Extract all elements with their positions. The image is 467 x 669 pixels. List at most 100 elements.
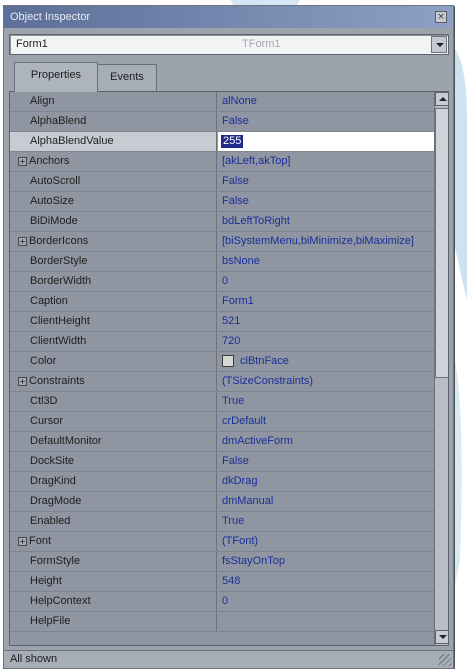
property-name[interactable]: BorderWidth (10, 272, 217, 291)
property-value[interactable]: (TSizeConstraints) (218, 372, 434, 391)
property-row[interactable]: ClientHeight 521 (10, 312, 434, 332)
property-value[interactable]: clBtnFace (218, 352, 434, 371)
property-row[interactable]: AutoScroll False (10, 172, 434, 192)
property-row[interactable]: Color clBtnFace (10, 352, 434, 372)
property-row[interactable]: + BorderIcons [biSystemMenu,biMinimize,biM… (10, 232, 434, 252)
tab-events[interactable]: Events (97, 64, 157, 91)
property-value[interactable]: False (218, 172, 434, 191)
property-row[interactable]: BorderStyle bsNone (10, 252, 434, 272)
property-name[interactable]: AlphaBlend (10, 112, 217, 131)
property-name[interactable]: Cursor (10, 412, 217, 431)
expand-icon[interactable]: + (18, 536, 27, 546)
property-name[interactable]: DragKind (10, 472, 217, 491)
property-value[interactable] (218, 612, 434, 631)
resize-grip[interactable] (439, 654, 451, 666)
property-row[interactable]: HelpFile (10, 612, 434, 632)
arrow-down-icon[interactable] (435, 630, 448, 644)
object-selector-dropdown[interactable]: Form1 TForm1 (9, 34, 449, 55)
property-value[interactable]: [biSystemMenu,biMinimize,biMaximize] (218, 232, 434, 251)
property-value-text: False (222, 175, 249, 187)
property-value-text: dmManual (222, 495, 274, 507)
property-name[interactable]: ClientHeight (10, 312, 217, 331)
property-name[interactable]: DockSite (10, 452, 217, 471)
property-value[interactable]: crDefault (218, 412, 434, 431)
property-name[interactable]: HelpContext (10, 592, 217, 611)
property-name[interactable]: + Anchors (10, 152, 217, 171)
property-value[interactable]: Form1 (218, 292, 434, 311)
title-bar[interactable]: Object Inspector × (4, 6, 453, 28)
property-name[interactable]: BorderStyle (10, 252, 217, 271)
property-value[interactable]: False (218, 112, 434, 131)
property-value[interactable]: [akLeft,akTop] (218, 152, 434, 171)
close-icon[interactable]: × (435, 11, 447, 23)
property-value[interactable]: fsStayOnTop (218, 552, 434, 571)
property-value-editor[interactable]: 255 (218, 132, 434, 151)
property-value[interactable]: dkDrag (218, 472, 434, 491)
property-name[interactable]: DefaultMonitor (10, 432, 217, 451)
property-row[interactable]: Cursor crDefault (10, 412, 434, 432)
property-row[interactable]: DragKind dkDrag (10, 472, 434, 492)
property-value[interactable]: 720 (218, 332, 434, 351)
property-value[interactable]: False (218, 192, 434, 211)
property-row[interactable]: ClientWidth 720 (10, 332, 434, 352)
property-name[interactable]: FormStyle (10, 552, 217, 571)
property-value[interactable]: dmManual (218, 492, 434, 511)
property-name[interactable]: Align (10, 92, 217, 111)
property-value[interactable]: dmActiveForm (218, 432, 434, 451)
property-row[interactable]: AlphaBlend False (10, 112, 434, 132)
property-name[interactable]: Caption (10, 292, 217, 311)
property-name[interactable]: HelpFile (10, 612, 217, 631)
vertical-scrollbar[interactable] (434, 92, 448, 645)
property-value[interactable]: True (218, 392, 434, 411)
property-row[interactable]: Ctl3D True (10, 392, 434, 412)
property-value[interactable]: 548 (218, 572, 434, 591)
property-name[interactable]: + Constraints (10, 372, 217, 391)
property-name[interactable]: ClientWidth (10, 332, 217, 351)
property-name[interactable]: DragMode (10, 492, 217, 511)
property-row[interactable]: + Constraints (TSizeConstraints) (10, 372, 434, 392)
property-value[interactable]: (TFont) (218, 532, 434, 551)
property-row[interactable]: Align alNone (10, 92, 434, 112)
scrollbar-thumb[interactable] (435, 108, 448, 378)
property-row[interactable]: DefaultMonitor dmActiveForm (10, 432, 434, 452)
property-row[interactable]: Enabled True (10, 512, 434, 532)
property-value[interactable]: False (218, 452, 434, 471)
property-value[interactable]: bdLeftToRight (218, 212, 434, 231)
property-value[interactable]: True (218, 512, 434, 531)
expand-icon[interactable]: + (18, 236, 27, 246)
property-name[interactable]: AlphaBlendValue (10, 132, 217, 151)
property-row[interactable]: HelpContext 0 (10, 592, 434, 612)
property-value[interactable]: alNone (218, 92, 434, 111)
property-name-label: AutoSize (30, 195, 75, 207)
property-row[interactable]: FormStyle fsStayOnTop (10, 552, 434, 572)
chevron-down-icon[interactable] (431, 36, 447, 53)
property-row[interactable]: BiDiMode bdLeftToRight (10, 212, 434, 232)
property-row[interactable]: DragMode dmManual (10, 492, 434, 512)
property-row[interactable]: AlphaBlendValue 255 (10, 132, 434, 152)
property-value[interactable]: 521 (218, 312, 434, 331)
property-name[interactable]: AutoScroll (10, 172, 217, 191)
property-name[interactable]: Color (10, 352, 217, 371)
property-row[interactable]: + Font (TFont) (10, 532, 434, 552)
property-value-text: True (222, 395, 245, 407)
property-row[interactable]: + Anchors [akLeft,akTop] (10, 152, 434, 172)
property-name[interactable]: Height (10, 572, 217, 591)
property-name[interactable]: + Font (10, 532, 217, 551)
property-row[interactable]: Height 548 (10, 572, 434, 592)
property-row[interactable]: BorderWidth 0 (10, 272, 434, 292)
property-value[interactable]: 0 (218, 272, 434, 291)
property-value[interactable]: bsNone (218, 252, 434, 271)
property-row[interactable]: DockSite False (10, 452, 434, 472)
property-name[interactable]: + BorderIcons (10, 232, 217, 251)
property-name[interactable]: BiDiMode (10, 212, 217, 231)
tab-properties[interactable]: Properties (14, 62, 98, 92)
property-name[interactable]: Ctl3D (10, 392, 217, 411)
expand-icon[interactable]: + (18, 376, 27, 386)
expand-icon[interactable]: + (18, 156, 27, 166)
property-row[interactable]: Caption Form1 (10, 292, 434, 312)
property-row[interactable]: AutoSize False (10, 192, 434, 212)
arrow-up-icon[interactable] (435, 92, 448, 106)
property-value[interactable]: 0 (218, 592, 434, 611)
property-name[interactable]: AutoSize (10, 192, 217, 211)
property-name[interactable]: Enabled (10, 512, 217, 531)
